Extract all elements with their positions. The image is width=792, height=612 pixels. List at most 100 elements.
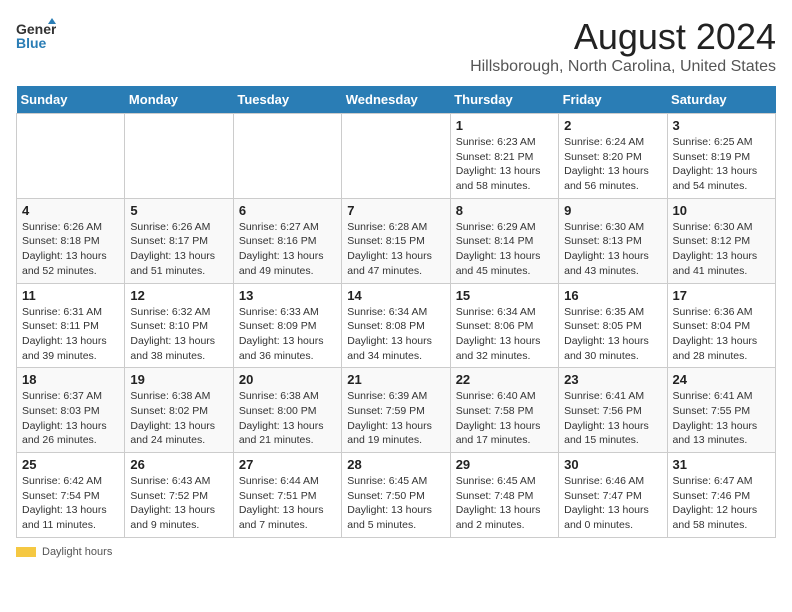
- calendar-cell: 16 Sunrise: 6:35 AMSunset: 8:05 PMDayligh…: [559, 283, 667, 368]
- day-number: 28: [347, 457, 444, 472]
- day-info: Sunrise: 6:25 AMSunset: 8:19 PMDaylight:…: [673, 135, 770, 194]
- weekday-header-thursday: Thursday: [450, 86, 558, 114]
- day-info: Sunrise: 6:41 AMSunset: 7:55 PMDaylight:…: [673, 389, 770, 448]
- day-number: 19: [130, 372, 227, 387]
- day-info: Sunrise: 6:26 AMSunset: 8:18 PMDaylight:…: [22, 220, 119, 279]
- day-info: Sunrise: 6:29 AMSunset: 8:14 PMDaylight:…: [456, 220, 553, 279]
- day-number: 23: [564, 372, 661, 387]
- day-info: Sunrise: 6:40 AMSunset: 7:58 PMDaylight:…: [456, 389, 553, 448]
- day-info: Sunrise: 6:33 AMSunset: 8:09 PMDaylight:…: [239, 305, 336, 364]
- calendar-cell: 14 Sunrise: 6:34 AMSunset: 8:08 PMDayligh…: [342, 283, 450, 368]
- day-info: Sunrise: 6:24 AMSunset: 8:20 PMDaylight:…: [564, 135, 661, 194]
- day-number: 6: [239, 203, 336, 218]
- calendar-week-row: 11Sunrise: 6:31 AMSunset: 8:11 PMDayligh…: [17, 283, 776, 368]
- calendar-cell: 18 Sunrise: 6:37 AMSunset: 8:03 PMDayligh…: [17, 368, 125, 453]
- day-number: 30: [564, 457, 661, 472]
- calendar-cell: 27 Sunrise: 6:44 AMSunset: 7:51 PMDayligh…: [233, 453, 341, 538]
- day-number: 7: [347, 203, 444, 218]
- day-info: Sunrise: 6:41 AMSunset: 7:56 PMDaylight:…: [564, 389, 661, 448]
- calendar-cell: 8Sunrise: 6:29 AMSunset: 8:14 PMDaylight…: [450, 198, 558, 283]
- day-info: Sunrise: 6:27 AMSunset: 8:16 PMDaylight:…: [239, 220, 336, 279]
- title-area: August 2024 Hillsborough, North Carolina…: [470, 16, 776, 76]
- day-number: 18: [22, 372, 119, 387]
- calendar-cell: 24 Sunrise: 6:41 AMSunset: 7:55 PMDayligh…: [667, 368, 775, 453]
- calendar-table: SundayMondayTuesdayWednesdayThursdayFrid…: [16, 86, 776, 538]
- day-number: 21: [347, 372, 444, 387]
- calendar-week-row: 4 Sunrise: 6:26 AMSunset: 8:18 PMDaylight…: [17, 198, 776, 283]
- calendar-cell: 9 Sunrise: 6:30 AMSunset: 8:13 PMDaylight…: [559, 198, 667, 283]
- weekday-header-sunday: Sunday: [17, 86, 125, 114]
- weekday-header-row: SundayMondayTuesdayWednesdayThursdayFrid…: [17, 86, 776, 114]
- day-info: Sunrise: 6:43 AMSunset: 7:52 PMDaylight:…: [130, 474, 227, 533]
- day-number: 26: [130, 457, 227, 472]
- footer-area: Daylight hours: [16, 546, 776, 558]
- main-title: August 2024: [470, 16, 776, 58]
- day-number: 16: [564, 288, 661, 303]
- day-number: 29: [456, 457, 553, 472]
- weekday-header-monday: Monday: [125, 86, 233, 114]
- logo: General Blue: [16, 16, 56, 56]
- day-info: Sunrise: 6:44 AMSunset: 7:51 PMDaylight:…: [239, 474, 336, 533]
- calendar-cell: 26 Sunrise: 6:43 AMSunset: 7:52 PMDayligh…: [125, 453, 233, 538]
- day-number: 4: [22, 203, 119, 218]
- calendar-cell: 22 Sunrise: 6:40 AMSunset: 7:58 PMDayligh…: [450, 368, 558, 453]
- calendar-cell: 13Sunrise: 6:33 AMSunset: 8:09 PMDayligh…: [233, 283, 341, 368]
- calendar-cell: 29 Sunrise: 6:45 AMSunset: 7:48 PMDayligh…: [450, 453, 558, 538]
- daylight-label: Daylight hours: [42, 546, 112, 558]
- day-info: Sunrise: 6:23 AMSunset: 8:21 PMDaylight:…: [456, 135, 553, 194]
- day-number: 20: [239, 372, 336, 387]
- day-info: Sunrise: 6:30 AMSunset: 8:13 PMDaylight:…: [564, 220, 661, 279]
- day-info: Sunrise: 6:42 AMSunset: 7:54 PMDaylight:…: [22, 474, 119, 533]
- calendar-cell: 19Sunrise: 6:38 AMSunset: 8:02 PMDayligh…: [125, 368, 233, 453]
- day-number: 24: [673, 372, 770, 387]
- calendar-cell: 20Sunrise: 6:38 AMSunset: 8:00 PMDayligh…: [233, 368, 341, 453]
- day-number: 1: [456, 118, 553, 133]
- calendar-cell: 2Sunrise: 6:24 AMSunset: 8:20 PMDaylight…: [559, 114, 667, 199]
- day-info: Sunrise: 6:34 AMSunset: 8:08 PMDaylight:…: [347, 305, 444, 364]
- calendar-cell: 10 Sunrise: 6:30 AMSunset: 8:12 PMDayligh…: [667, 198, 775, 283]
- calendar-cell: [125, 114, 233, 199]
- calendar-cell: 3 Sunrise: 6:25 AMSunset: 8:19 PMDaylight…: [667, 114, 775, 199]
- calendar-cell: 12Sunrise: 6:32 AMSunset: 8:10 PMDayligh…: [125, 283, 233, 368]
- svg-text:Blue: Blue: [16, 35, 47, 51]
- calendar-cell: 25Sunrise: 6:42 AMSunset: 7:54 PMDayligh…: [17, 453, 125, 538]
- day-number: 5: [130, 203, 227, 218]
- weekday-header-wednesday: Wednesday: [342, 86, 450, 114]
- calendar-week-row: 1 Sunrise: 6:23 AMSunset: 8:21 PMDaylight…: [17, 114, 776, 199]
- day-number: 9: [564, 203, 661, 218]
- weekday-header-friday: Friday: [559, 86, 667, 114]
- calendar-cell: 6 Sunrise: 6:27 AMSunset: 8:16 PMDaylight…: [233, 198, 341, 283]
- day-info: Sunrise: 6:26 AMSunset: 8:17 PMDaylight:…: [130, 220, 227, 279]
- day-info: Sunrise: 6:47 AMSunset: 7:46 PMDaylight:…: [673, 474, 770, 533]
- day-info: Sunrise: 6:37 AMSunset: 8:03 PMDaylight:…: [22, 389, 119, 448]
- day-number: 12: [130, 288, 227, 303]
- day-info: Sunrise: 6:36 AMSunset: 8:04 PMDaylight:…: [673, 305, 770, 364]
- calendar-cell: 31 Sunrise: 6:47 AMSunset: 7:46 PMDayligh…: [667, 453, 775, 538]
- calendar-cell: 1 Sunrise: 6:23 AMSunset: 8:21 PMDaylight…: [450, 114, 558, 199]
- day-number: 31: [673, 457, 770, 472]
- calendar-cell: 11Sunrise: 6:31 AMSunset: 8:11 PMDayligh…: [17, 283, 125, 368]
- calendar-cell: [17, 114, 125, 199]
- day-number: 11: [22, 288, 119, 303]
- day-number: 10: [673, 203, 770, 218]
- calendar-cell: 17Sunrise: 6:36 AMSunset: 8:04 PMDayligh…: [667, 283, 775, 368]
- header: General Blue August 2024 Hillsborough, N…: [16, 16, 776, 76]
- day-info: Sunrise: 6:45 AMSunset: 7:50 PMDaylight:…: [347, 474, 444, 533]
- day-info: Sunrise: 6:28 AMSunset: 8:15 PMDaylight:…: [347, 220, 444, 279]
- day-info: Sunrise: 6:35 AMSunset: 8:05 PMDaylight:…: [564, 305, 661, 364]
- calendar-cell: 5 Sunrise: 6:26 AMSunset: 8:17 PMDaylight…: [125, 198, 233, 283]
- day-number: 27: [239, 457, 336, 472]
- day-info: Sunrise: 6:30 AMSunset: 8:12 PMDaylight:…: [673, 220, 770, 279]
- calendar-cell: 28 Sunrise: 6:45 AMSunset: 7:50 PMDayligh…: [342, 453, 450, 538]
- day-info: Sunrise: 6:45 AMSunset: 7:48 PMDaylight:…: [456, 474, 553, 533]
- calendar-cell: 30 Sunrise: 6:46 AMSunset: 7:47 PMDayligh…: [559, 453, 667, 538]
- calendar-cell: 7 Sunrise: 6:28 AMSunset: 8:15 PMDaylight…: [342, 198, 450, 283]
- calendar-cell: 4 Sunrise: 6:26 AMSunset: 8:18 PMDaylight…: [17, 198, 125, 283]
- day-number: 22: [456, 372, 553, 387]
- daylight-bar-icon: [16, 547, 36, 557]
- day-number: 15: [456, 288, 553, 303]
- day-number: 14: [347, 288, 444, 303]
- day-number: 3: [673, 118, 770, 133]
- calendar-week-row: 18 Sunrise: 6:37 AMSunset: 8:03 PMDayligh…: [17, 368, 776, 453]
- day-info: Sunrise: 6:46 AMSunset: 7:47 PMDaylight:…: [564, 474, 661, 533]
